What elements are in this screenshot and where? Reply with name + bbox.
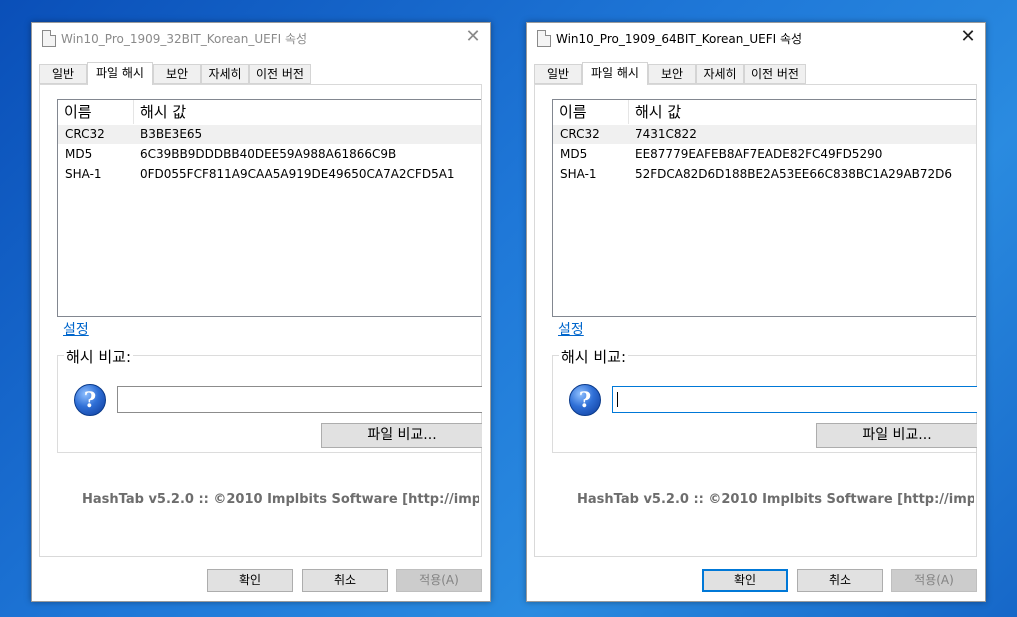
tab-previous-versions[interactable]: 이전 버전 bbox=[249, 64, 311, 84]
column-header-name[interactable]: 이름 bbox=[553, 100, 629, 124]
hash-row-md5[interactable]: MD5 EE87779EAFEB8AF7EADE82FC49FD5290 bbox=[553, 145, 976, 164]
settings-link[interactable]: 설정 bbox=[63, 319, 89, 339]
properties-dialog-64bit: Win10_Pro_1909_64BIT_Korean_UEFI 속성 ✕ 일반… bbox=[526, 22, 986, 602]
title-bar[interactable]: Win10_Pro_1909_64BIT_Korean_UEFI 속성 ✕ bbox=[527, 23, 985, 53]
ok-button[interactable]: 확인 bbox=[702, 569, 788, 592]
hash-name: CRC32 bbox=[560, 127, 600, 141]
hash-name: MD5 bbox=[560, 147, 588, 161]
hash-compare-label: 해시 비교: bbox=[64, 346, 134, 367]
hash-name: SHA-1 bbox=[560, 167, 597, 181]
apply-button[interactable]: 적용(A) bbox=[396, 569, 482, 592]
hash-compare-group: 해시 비교: ? 파일 비교... bbox=[552, 346, 977, 453]
hash-compare-label: 해시 비교: bbox=[559, 346, 629, 367]
hash-list[interactable]: 이름 해시 값 CRC32 B3BE3E65 MD5 6C39BB9DDDBB4… bbox=[57, 99, 481, 317]
column-header-name[interactable]: 이름 bbox=[58, 100, 134, 124]
file-icon bbox=[537, 30, 551, 47]
help-icon[interactable]: ? bbox=[74, 384, 106, 416]
column-header-hash-value[interactable]: 해시 값 bbox=[134, 100, 481, 124]
hashtab-credit: HashTab v5.2.0 :: ©2010 Implbits Softwar… bbox=[577, 492, 974, 507]
tab-file-hash[interactable]: 파일 해시 bbox=[582, 62, 648, 85]
hash-compare-input[interactable] bbox=[117, 386, 482, 413]
text-caret bbox=[617, 392, 618, 407]
hash-row-crc32[interactable]: CRC32 B3BE3E65 bbox=[58, 125, 481, 144]
hash-value: EE87779EAFEB8AF7EADE82FC49FD5290 bbox=[635, 147, 883, 161]
list-header: 이름 해시 값 bbox=[58, 100, 481, 124]
cancel-button[interactable]: 취소 bbox=[302, 569, 388, 592]
hash-value: 52FDCA82D6D188BE2A53EE66C838BC1A29AB72D6 bbox=[635, 167, 953, 181]
close-button[interactable]: ✕ bbox=[456, 23, 490, 53]
hash-value: 0FD055FCF811A9CAA5A919DE49650CA7A2CFD5A1 bbox=[140, 167, 455, 181]
help-icon[interactable]: ? bbox=[569, 384, 601, 416]
ok-button[interactable]: 확인 bbox=[207, 569, 293, 592]
compare-file-button[interactable]: 파일 비교... bbox=[321, 423, 482, 448]
title-bar[interactable]: Win10_Pro_1909_32BIT_Korean_UEFI 속성 ✕ bbox=[32, 23, 490, 53]
hash-name: MD5 bbox=[65, 147, 93, 161]
hash-name: SHA-1 bbox=[65, 167, 102, 181]
file-hash-panel: 이름 해시 값 CRC32 7431C822 MD5 EE87779EAFEB8… bbox=[534, 84, 977, 557]
tab-general[interactable]: 일반 bbox=[39, 64, 87, 84]
hash-name: CRC32 bbox=[65, 127, 105, 141]
compare-file-button[interactable]: 파일 비교... bbox=[816, 423, 977, 448]
hash-row-md5[interactable]: MD5 6C39BB9DDDBB40DEE59A988A61866C9B bbox=[58, 145, 481, 164]
properties-dialog-32bit: Win10_Pro_1909_32BIT_Korean_UEFI 속성 ✕ 일반… bbox=[31, 22, 491, 602]
close-button[interactable]: ✕ bbox=[951, 23, 985, 53]
tab-security[interactable]: 보안 bbox=[648, 64, 696, 84]
column-header-hash-value[interactable]: 해시 값 bbox=[629, 100, 976, 124]
hash-row-sha1[interactable]: SHA-1 0FD055FCF811A9CAA5A919DE49650CA7A2… bbox=[58, 165, 481, 184]
hash-value: B3BE3E65 bbox=[140, 127, 203, 141]
hash-value: 7431C822 bbox=[635, 127, 697, 141]
tab-details[interactable]: 자세히 bbox=[201, 64, 249, 84]
hashtab-credit: HashTab v5.2.0 :: ©2010 Implbits Softwar… bbox=[82, 492, 479, 507]
hash-row-sha1[interactable]: SHA-1 52FDCA82D6D188BE2A53EE66C838BC1A29… bbox=[553, 165, 976, 184]
tab-previous-versions[interactable]: 이전 버전 bbox=[744, 64, 806, 84]
tab-details[interactable]: 자세히 bbox=[696, 64, 744, 84]
hash-row-crc32[interactable]: CRC32 7431C822 bbox=[553, 125, 976, 144]
window-title: Win10_Pro_1909_32BIT_Korean_UEFI 속성 bbox=[61, 32, 308, 46]
list-header: 이름 해시 값 bbox=[553, 100, 976, 124]
hash-compare-group: 해시 비교: ? 파일 비교... bbox=[57, 346, 482, 453]
tab-security[interactable]: 보안 bbox=[153, 64, 201, 84]
hash-value: 6C39BB9DDDBB40DEE59A988A61866C9B bbox=[140, 147, 397, 161]
tab-file-hash[interactable]: 파일 해시 bbox=[87, 62, 153, 85]
file-hash-panel: 이름 해시 값 CRC32 B3BE3E65 MD5 6C39BB9DDDBB4… bbox=[39, 84, 482, 557]
window-title: Win10_Pro_1909_64BIT_Korean_UEFI 속성 bbox=[556, 32, 803, 46]
settings-link[interactable]: 설정 bbox=[558, 319, 584, 339]
cancel-button[interactable]: 취소 bbox=[797, 569, 883, 592]
file-icon bbox=[42, 30, 56, 47]
tab-general[interactable]: 일반 bbox=[534, 64, 582, 84]
hash-list[interactable]: 이름 해시 값 CRC32 7431C822 MD5 EE87779EAFEB8… bbox=[552, 99, 976, 317]
hash-compare-input[interactable] bbox=[612, 386, 977, 413]
apply-button[interactable]: 적용(A) bbox=[891, 569, 977, 592]
